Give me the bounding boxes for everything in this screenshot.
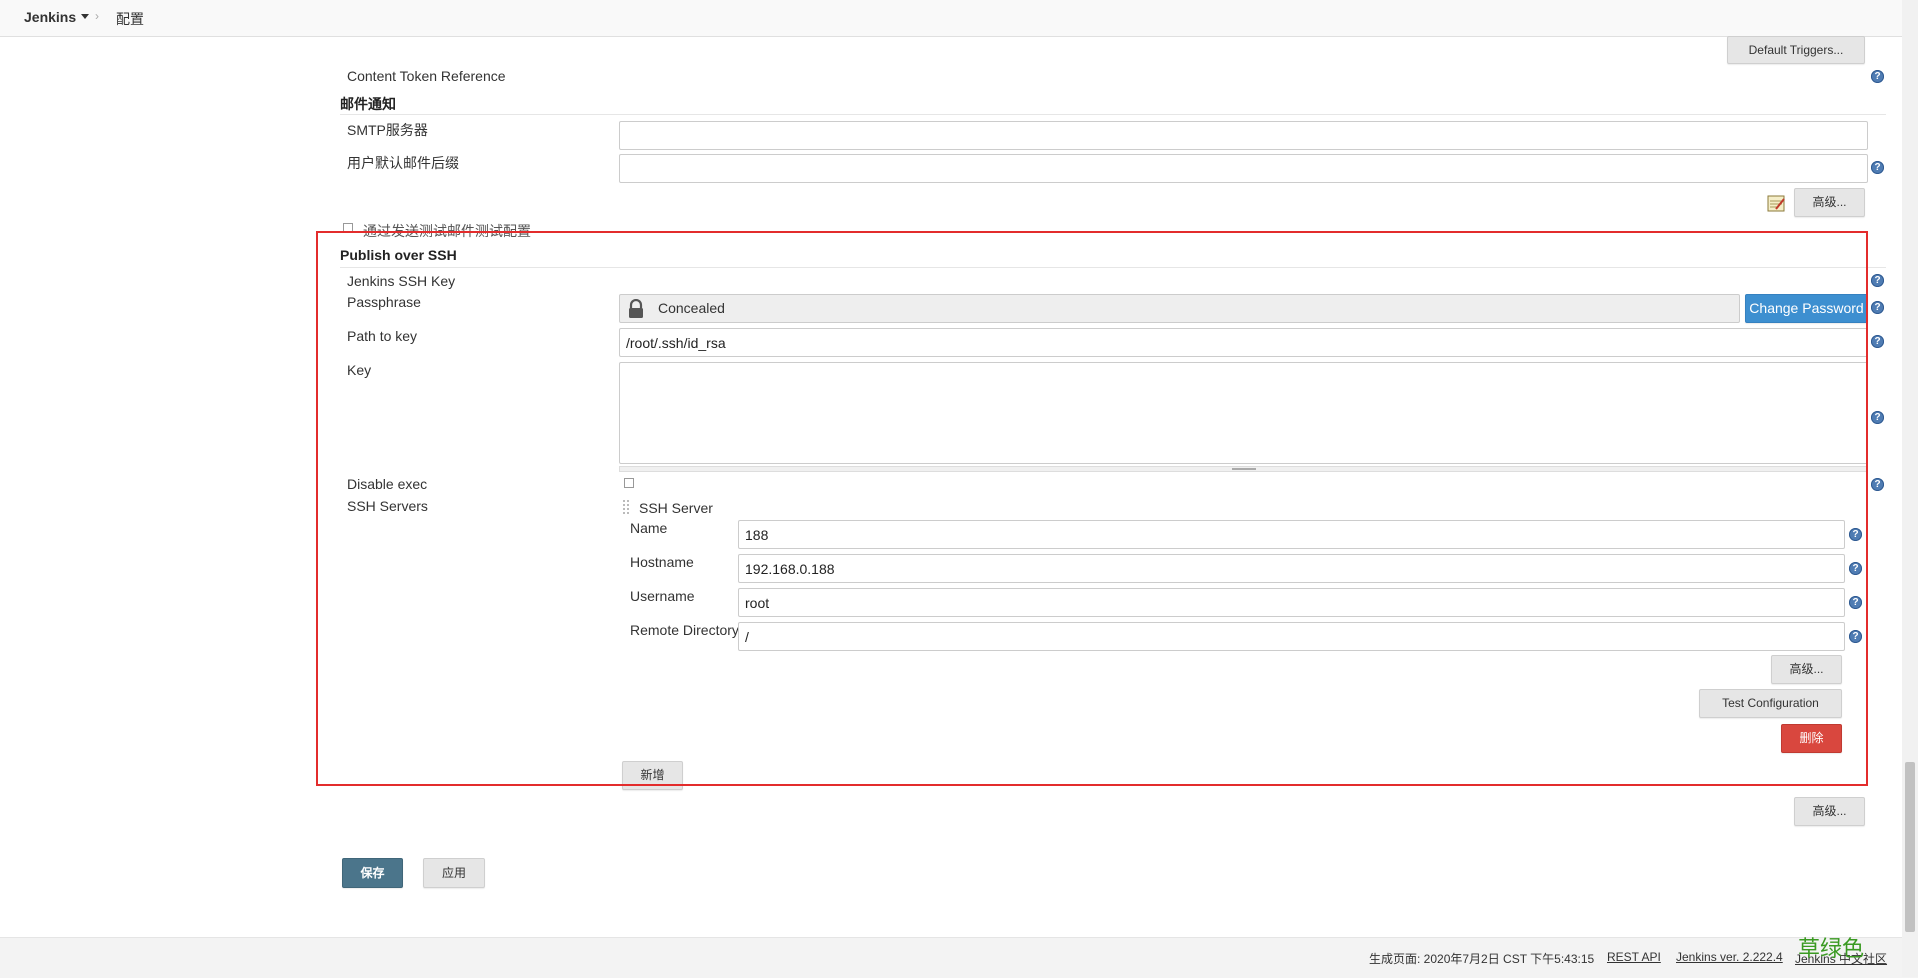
help-icon[interactable]: ? [1871, 335, 1884, 348]
generated-time-text: 生成页面: 2020年7月2日 CST 下午5:43:15 [1369, 952, 1595, 966]
highlight-box [316, 231, 1868, 786]
apply-button[interactable]: 应用 [423, 858, 485, 888]
default-triggers-button[interactable]: Default Triggers... [1727, 36, 1865, 64]
chevron-down-icon[interactable] [81, 14, 89, 19]
section-divider [340, 114, 1886, 115]
smtp-server-label: SMTP服务器 [347, 122, 428, 138]
help-icon[interactable]: ? [1871, 161, 1884, 174]
notepad-icon[interactable] [1767, 194, 1786, 213]
save-button[interactable]: 保存 [342, 858, 403, 888]
content-token-reference-label: Content Token Reference [347, 68, 506, 84]
default-suffix-input[interactable] [619, 154, 1868, 183]
bottom-advanced-button[interactable]: 高级... [1794, 797, 1865, 826]
help-icon[interactable]: ? [1871, 301, 1884, 314]
breadcrumb-separator-icon: › [95, 9, 99, 23]
watermark-text: 草绿色 [1798, 936, 1865, 961]
default-suffix-label: 用户默认邮件后缀 [347, 155, 459, 171]
help-icon[interactable]: ? [1871, 478, 1884, 491]
help-icon[interactable]: ? [1871, 70, 1884, 83]
help-icon[interactable]: ? [1871, 411, 1884, 424]
help-icon[interactable]: ? [1871, 274, 1884, 287]
mail-advanced-button[interactable]: 高级... [1794, 188, 1865, 217]
smtp-server-input[interactable] [619, 121, 1868, 150]
breadcrumb-config-link[interactable]: 配置 [116, 9, 144, 29]
mail-section-title: 邮件通知 [340, 96, 396, 112]
jenkins-version-link[interactable]: Jenkins ver. 2.222.4 [1676, 950, 1783, 964]
breadcrumb-bar: Jenkins › 配置 [0, 0, 1918, 37]
scrollbar-thumb[interactable] [1905, 762, 1915, 932]
footer: 生成页面: 2020年7月2日 CST 下午5:43:15 REST API J… [0, 936, 1918, 978]
breadcrumb-jenkins-link[interactable]: Jenkins [24, 9, 76, 25]
rest-api-link[interactable]: REST API [1607, 950, 1661, 964]
